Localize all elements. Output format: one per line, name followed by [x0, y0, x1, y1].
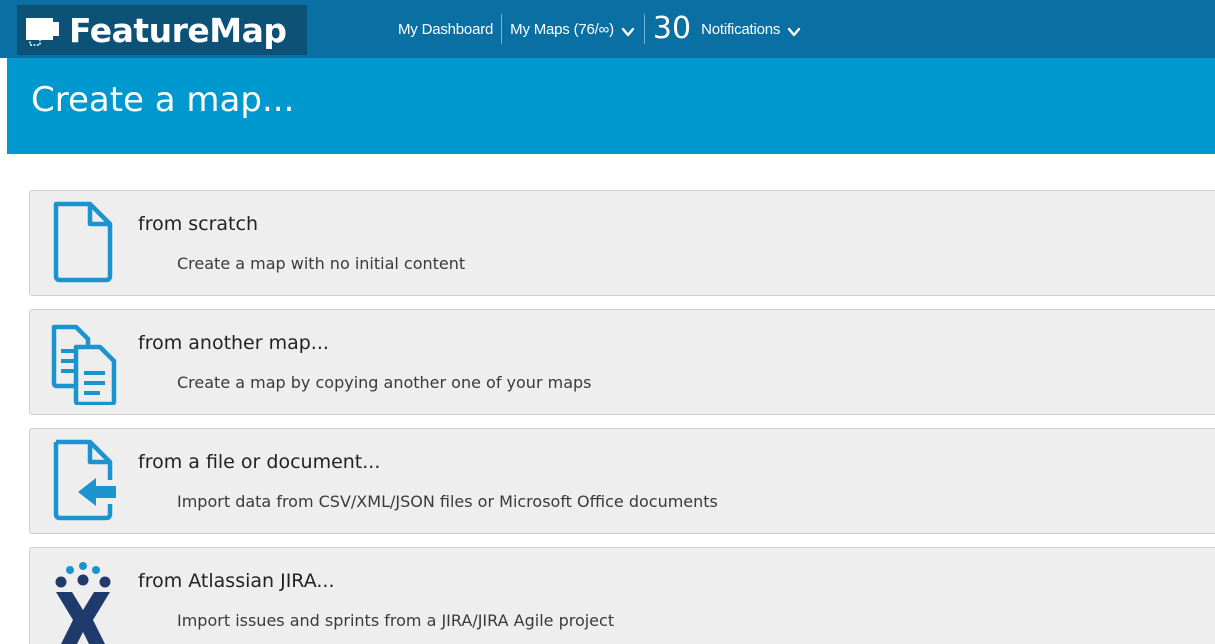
top-navigation-bar: FeatureMap My Dashboard My Maps (76/∞) 3…	[0, 0, 1215, 58]
nav-my-dashboard-link[interactable]: My Dashboard	[398, 21, 493, 38]
option-description: Import issues and sprints from a JIRA/JI…	[177, 611, 615, 630]
page-header-band: Create a map...	[7, 58, 1215, 154]
create-from-file-option[interactable]: from a file or document... Import data f…	[29, 428, 1215, 534]
main-nav: My Dashboard My Maps (76/∞) 30 Notificat…	[398, 0, 802, 58]
nav-divider	[643, 14, 645, 44]
option-title: from a file or document...	[138, 451, 381, 473]
nav-divider	[501, 14, 503, 44]
option-description: Create a map with no initial content	[177, 254, 466, 273]
create-from-jira-option[interactable]: from Atlassian JIRA... Import issues and…	[29, 547, 1215, 644]
notification-count[interactable]: 30	[653, 14, 691, 44]
page-title: Create a map...	[31, 80, 295, 120]
option-title: from Atlassian JIRA...	[138, 570, 335, 592]
option-description: Create a map by copying another one of y…	[177, 373, 592, 392]
copy-documents-icon	[51, 324, 117, 405]
nav-my-maps-link[interactable]: My Maps (76/∞)	[510, 21, 614, 38]
file-import-icon	[53, 439, 116, 521]
featuremap-logo[interactable]: FeatureMap	[17, 5, 307, 55]
logo-mark-icon	[26, 18, 59, 46]
chevron-down-icon[interactable]	[620, 25, 636, 39]
create-from-another-map-option[interactable]: from another map... Create a map by copy…	[29, 309, 1215, 415]
logo-text: FeatureMap	[69, 10, 287, 50]
option-title: from another map...	[138, 332, 329, 354]
option-description: Import data from CSV/XML/JSON files or M…	[177, 492, 718, 511]
option-title: from scratch	[138, 213, 258, 235]
chevron-down-icon[interactable]	[786, 25, 802, 39]
blank-document-icon	[53, 201, 113, 283]
nav-notifications-link[interactable]: Notifications	[701, 21, 780, 38]
create-from-scratch-option[interactable]: from scratch Create a map with no initia…	[29, 190, 1215, 296]
jira-logo-icon	[55, 562, 111, 644]
